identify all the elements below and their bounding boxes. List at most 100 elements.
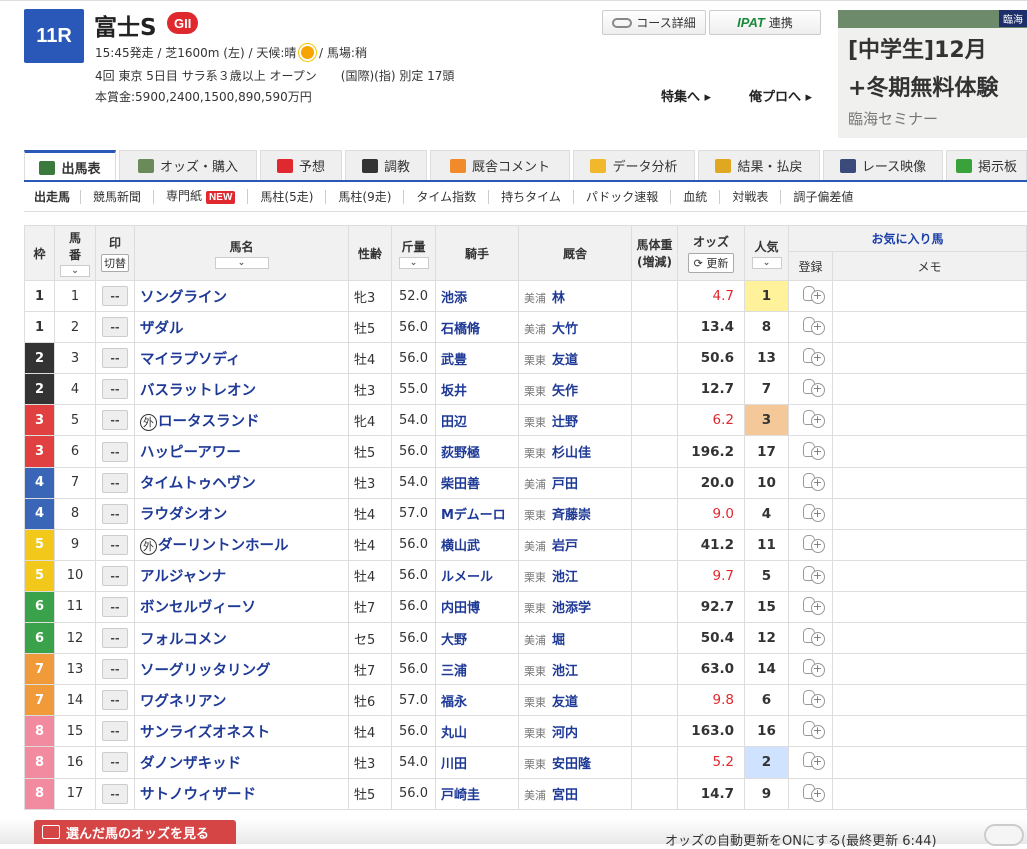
memo-cell[interactable] <box>832 653 1027 686</box>
register-cell[interactable] <box>788 466 833 499</box>
register-cell[interactable] <box>788 279 833 313</box>
header-favorites[interactable]: お気に入り馬 <box>788 225 1027 252</box>
memo-cell[interactable] <box>832 528 1027 561</box>
header-umaban[interactable]: 馬 番 ⌄ <box>54 225 96 281</box>
memo-cell[interactable] <box>832 497 1027 530</box>
add-favorite-icon[interactable] <box>800 688 825 709</box>
memo-cell[interactable] <box>832 279 1027 313</box>
mark-cell[interactable]: -- <box>95 746 135 779</box>
mark-select-button[interactable]: -- <box>102 783 128 804</box>
mark-select-button[interactable]: -- <box>102 317 128 338</box>
mark-cell[interactable]: -- <box>95 466 135 499</box>
jockey-link[interactable]: 田辺 <box>435 404 519 437</box>
mark-select-button[interactable]: -- <box>102 534 128 555</box>
horse-name-link[interactable]: タイムトゥヘヴン <box>140 476 256 492</box>
register-cell[interactable] <box>788 622 833 655</box>
mark-select-button[interactable]: -- <box>102 752 128 773</box>
jockey-link[interactable]: 戸崎圭 <box>435 777 519 810</box>
trainer-link[interactable]: 杉山佳 <box>552 446 591 461</box>
tab-7[interactable]: レース映像 <box>823 150 943 180</box>
register-cell[interactable] <box>788 653 833 686</box>
jockey-link[interactable]: 池添 <box>435 279 519 313</box>
horse-name-link[interactable]: ワグネリアン <box>140 694 226 710</box>
horse-name-link[interactable]: サトノウィザード <box>140 787 256 803</box>
trainer-link[interactable]: 安田隆 <box>552 757 591 772</box>
mark-select-button[interactable]: -- <box>102 721 128 742</box>
add-favorite-icon[interactable] <box>800 502 825 522</box>
add-favorite-icon[interactable] <box>800 750 825 771</box>
memo-cell[interactable] <box>832 404 1027 437</box>
horse-name-link[interactable]: フォルコメン <box>140 632 227 648</box>
register-cell[interactable] <box>788 684 833 717</box>
add-favorite-icon[interactable] <box>800 346 825 367</box>
mark-select-button[interactable]: -- <box>102 379 128 400</box>
register-cell[interactable] <box>788 497 833 530</box>
register-cell[interactable] <box>788 373 833 406</box>
header-weight[interactable]: 斤量 ⌄ <box>391 225 436 281</box>
mark-cell[interactable]: -- <box>95 622 135 655</box>
sort-chevron-icon[interactable]: ⌄ <box>60 265 90 277</box>
horse-name-link[interactable]: ハッピーアワー <box>140 445 241 461</box>
trainer-link[interactable]: 池江 <box>552 664 578 679</box>
sort-chevron-icon[interactable]: ⌄ <box>214 256 269 269</box>
trainer-link[interactable]: 林 <box>552 291 565 306</box>
tab-1[interactable]: オッズ・購入 <box>119 150 257 180</box>
tab-4[interactable]: 厩舎コメント <box>430 150 570 180</box>
add-favorite-icon[interactable] <box>800 719 825 740</box>
trainer-link[interactable]: 堀 <box>552 633 565 648</box>
register-cell[interactable] <box>788 559 833 592</box>
register-cell[interactable] <box>788 715 833 748</box>
memo-cell[interactable] <box>832 622 1027 655</box>
mark-cell[interactable]: -- <box>95 653 135 686</box>
jockey-link[interactable]: 柴田善 <box>435 466 519 499</box>
subnav-item-6[interactable]: 持ちタイム <box>489 189 574 204</box>
subnav-item-7[interactable]: パドック速報 <box>574 189 672 204</box>
jockey-link[interactable]: ルメール <box>435 559 519 592</box>
mark-cell[interactable]: -- <box>95 777 135 810</box>
add-favorite-icon[interactable] <box>800 657 825 678</box>
jockey-link[interactable]: 荻野極 <box>435 435 519 468</box>
view-selected-odds-button[interactable]: 選んだ馬のオッズを見る <box>34 820 236 844</box>
memo-cell[interactable] <box>832 684 1027 717</box>
tab-0[interactable]: 出馬表 <box>24 150 116 182</box>
jockey-link[interactable]: 内田博 <box>435 590 519 624</box>
sort-chevron-icon[interactable]: ⌄ <box>751 256 782 269</box>
trainer-link[interactable]: 斉藤崇 <box>552 508 591 523</box>
tab-5[interactable]: データ分析 <box>573 150 695 180</box>
header-popularity[interactable]: 人気 ⌄ <box>744 225 789 281</box>
horse-name-link[interactable]: 外ダーリントンホール <box>140 538 289 556</box>
add-favorite-icon[interactable] <box>800 564 825 584</box>
subnav-item-0[interactable]: 出走馬 <box>24 189 82 204</box>
add-favorite-icon[interactable] <box>800 284 825 305</box>
subnav-item-3[interactable]: 馬柱(5走) <box>248 189 327 204</box>
horse-name-link[interactable]: ラウダシオン <box>140 507 227 523</box>
tab-8[interactable]: 掲示板 <box>946 150 1027 180</box>
trainer-link[interactable]: 池添学 <box>552 601 591 616</box>
jockey-link[interactable]: 武豊 <box>435 342 519 375</box>
register-cell[interactable] <box>788 435 833 468</box>
horse-name-link[interactable]: ザダル <box>140 321 184 337</box>
trainer-link[interactable]: 宮田 <box>552 788 578 803</box>
add-favorite-icon[interactable] <box>800 440 825 460</box>
odds-update-button[interactable]: ⟳ 更新 <box>687 253 735 273</box>
mark-select-button[interactable]: -- <box>102 596 128 617</box>
mark-cell[interactable]: -- <box>95 590 135 624</box>
memo-cell[interactable] <box>832 559 1027 592</box>
add-favorite-icon[interactable] <box>800 626 825 647</box>
horse-name-link[interactable]: アルジャンナ <box>140 569 226 585</box>
mark-select-button[interactable]: -- <box>102 286 128 307</box>
trainer-link[interactable]: 友道 <box>552 695 578 710</box>
horse-name-link[interactable]: ソングライン <box>140 290 227 306</box>
jockey-link[interactable]: 坂井 <box>435 373 519 406</box>
horse-name-link[interactable]: 外ロータスランド <box>140 413 260 431</box>
tab-2[interactable]: 予想 <box>260 150 342 180</box>
mark-cell[interactable]: -- <box>95 435 135 468</box>
mark-cell[interactable]: -- <box>95 559 135 592</box>
mark-select-button[interactable]: -- <box>102 503 128 524</box>
mark-toggle-button[interactable]: 切替 <box>101 254 129 272</box>
register-cell[interactable] <box>788 777 833 810</box>
memo-cell[interactable] <box>832 373 1027 406</box>
horse-name-link[interactable]: ソーグリッタリング <box>140 663 271 679</box>
subnav-item-5[interactable]: タイム指数 <box>404 189 490 204</box>
mark-cell[interactable]: -- <box>95 404 135 437</box>
